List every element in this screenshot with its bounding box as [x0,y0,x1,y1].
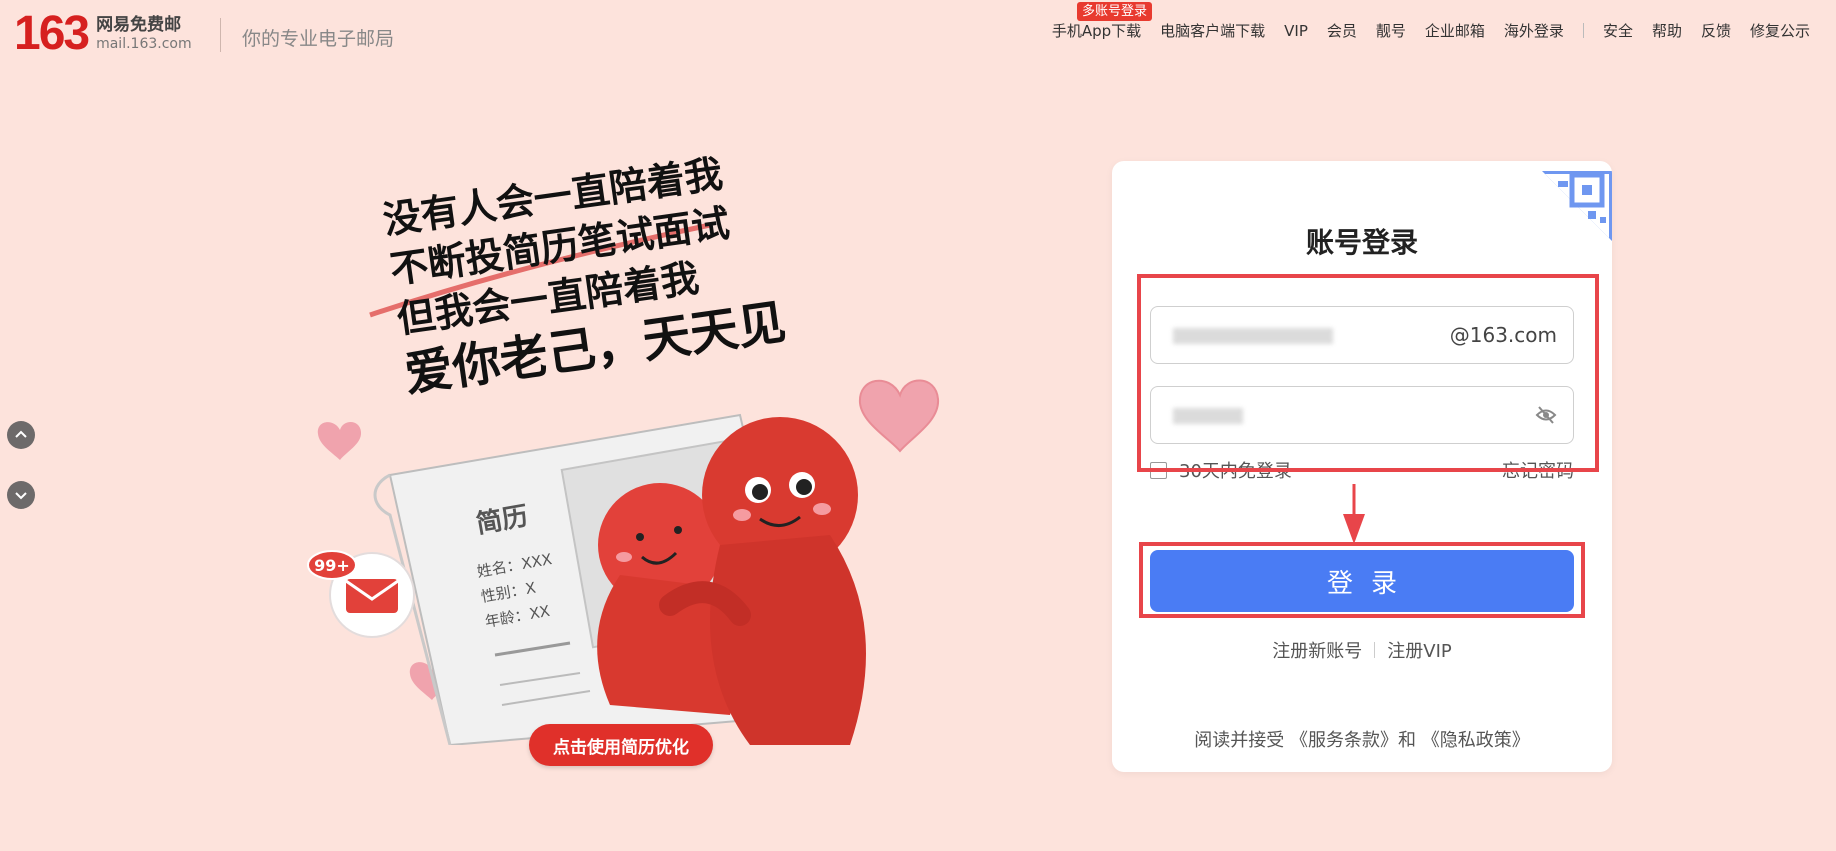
register-links: 注册新账号 注册VIP [1112,637,1612,663]
annotation-arrow-icon [1343,484,1365,544]
nav-enterprise-mail[interactable]: 企业邮箱 [1425,20,1485,41]
nav-separator [1582,23,1584,38]
scroll-up-button[interactable] [7,421,35,449]
nav-vip[interactable]: VIP [1284,22,1308,40]
mail-badge-icon: 99+ [307,550,415,638]
logo-en: mail.163.com [96,36,192,52]
login-title: 账号登录 [1305,226,1418,259]
terms-text[interactable]: 阅读并接受 《服务条款》和 《隐私政策》 [1112,726,1612,752]
nav-security[interactable]: 安全 [1603,20,1633,41]
scroll-down-button[interactable] [7,481,35,509]
register-link[interactable]: 注册新账号 [1272,637,1362,663]
annotation-box-credentials [1137,274,1599,472]
logo[interactable]: 163 网易免费邮 mail.163.com [14,10,192,58]
logo-text: 网易免费邮 mail.163.com [96,15,192,53]
register-vip-link[interactable]: 注册VIP [1387,637,1451,663]
mail-badge-count: 99+ [314,556,350,575]
nav-help[interactable]: 帮助 [1652,20,1682,41]
nav-pretty-number[interactable]: 靓号 [1376,20,1406,41]
heart-icon [317,421,362,460]
logo-number: 163 [14,7,90,60]
top-nav: 手机App下载 电脑客户端下载 VIP 会员 靓号 企业邮箱 海外登录 安全 帮… [1033,20,1810,41]
nav-mobile-app[interactable]: 手机App下载 [1052,20,1141,41]
chevron-up-icon [15,430,27,438]
nav-repair-notice[interactable]: 修复公示 [1750,20,1810,41]
nav-desktop-client[interactable]: 电脑客户端下载 [1160,20,1265,41]
nav-overseas-login[interactable]: 海外登录 [1504,20,1564,41]
multi-account-badge[interactable]: 多账号登录 [1077,2,1153,21]
annotation-box-login-button [1139,542,1585,618]
heart-icon [858,379,940,453]
slogan: 你的专业电子邮局 [242,28,395,50]
top-header: 163 网易免费邮 mail.163.com 你的专业电子邮局 多账号登录 手机… [0,0,1836,70]
nav-feedback[interactable]: 反馈 [1701,20,1731,41]
header-divider [220,18,221,52]
nav-member[interactable]: 会员 [1327,20,1357,41]
logo-cn: 网易免费邮 [96,15,182,35]
resume-optimize-button[interactable]: 点击使用简历优化 [529,724,713,766]
register-separator [1374,642,1376,658]
chevron-down-icon [15,492,27,500]
